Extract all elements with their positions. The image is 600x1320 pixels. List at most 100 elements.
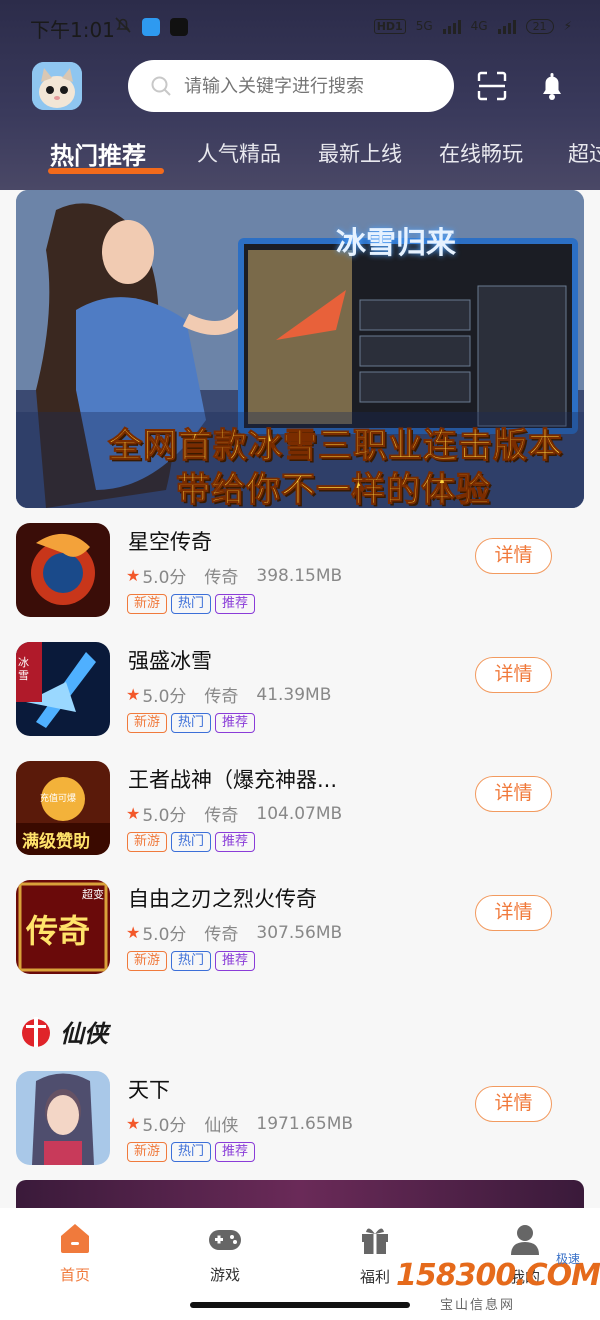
user-icon bbox=[511, 1225, 539, 1255]
gift-icon bbox=[362, 1228, 388, 1254]
tag-hot: 热门 bbox=[171, 951, 212, 971]
search-input[interactable] bbox=[184, 75, 434, 97]
tag-new: 新游 bbox=[127, 1142, 168, 1162]
game-size: 41.39MB bbox=[256, 684, 332, 705]
detail-button[interactable]: 详情 bbox=[475, 1086, 552, 1122]
game-name: 自由之刃之烈火传奇 bbox=[128, 887, 317, 911]
tag-new: 新游 bbox=[127, 713, 168, 733]
tab-online[interactable]: 在线畅玩 bbox=[439, 138, 523, 168]
tag-recommend: 推荐 bbox=[215, 832, 256, 852]
game-icon bbox=[16, 1071, 110, 1165]
tab-popular[interactable]: 人气精品 bbox=[197, 138, 281, 168]
game-category: 传奇 bbox=[204, 925, 239, 945]
game-meta: ★ 5.0分 传奇 398.15MB bbox=[126, 563, 342, 589]
game-icon-bottom-text: 满级赞助 bbox=[22, 832, 90, 852]
tabbar-label: 游戏 bbox=[209, 1266, 240, 1284]
game-name: 王者战神（爆充神器... bbox=[128, 768, 338, 792]
game-icon: 充值可爆 满级赞助 bbox=[16, 761, 110, 855]
tab-more[interactable]: 超过 bbox=[568, 138, 600, 168]
game-item[interactable]: 充值可爆 满级赞助 王者战神（爆充神器... ★ 5.0分 传奇 104.07M… bbox=[0, 758, 600, 858]
game-icon: 传奇 超变 bbox=[16, 880, 110, 974]
star-icon: ★ bbox=[126, 804, 141, 823]
banner-game-title: 冰雪归来 bbox=[336, 226, 456, 261]
game-meta: ★ 5.0分 仙侠 1971.65MB bbox=[126, 1111, 354, 1137]
section-header: 仙侠 bbox=[18, 1014, 108, 1049]
game-name: 天下 bbox=[128, 1078, 170, 1102]
tabbar-label: 首页 bbox=[59, 1266, 90, 1284]
hd-badge: HD1 bbox=[373, 18, 406, 34]
home-indicator[interactable] bbox=[190, 1302, 410, 1308]
game-meta: ★ 5.0分 传奇 307.56MB bbox=[126, 920, 343, 946]
tag-recommend: 推荐 bbox=[215, 594, 256, 614]
status-system-icons: HD1 5G 4G 21 ⚡ bbox=[373, 18, 572, 34]
scan-icon[interactable] bbox=[476, 70, 508, 102]
game-meta: ★ 5.0分 传奇 41.39MB bbox=[126, 682, 332, 708]
charging-icon: ⚡ bbox=[563, 19, 572, 33]
category-tabs: 热门推荐 人气精品 最新上线 在线畅玩 超过 bbox=[0, 138, 600, 188]
promo-banner[interactable]: 冰雪归来 全网首款冰雪三职业连击版本 带给你不一样的体验 bbox=[16, 190, 584, 508]
tab-new[interactable]: 最新上线 bbox=[318, 138, 402, 168]
tag-recommend: 推荐 bbox=[215, 1142, 256, 1162]
tabbar-home[interactable]: 首页 bbox=[30, 1222, 120, 1285]
game-rating: 5.0分 bbox=[142, 806, 187, 826]
game-rating: 5.0分 bbox=[142, 1116, 187, 1136]
star-icon: ★ bbox=[126, 685, 141, 704]
game-icon-badge: 超变 bbox=[82, 888, 104, 901]
star-icon: ★ bbox=[126, 1114, 141, 1133]
watermark-small-text: 极速 bbox=[556, 1252, 581, 1266]
tag-recommend: 推荐 bbox=[215, 951, 256, 971]
banner-headline: 全网首款冰雪三职业连击版本 bbox=[108, 426, 563, 467]
game-icon-badge: 冰雪 bbox=[18, 656, 29, 682]
game-item[interactable]: 传奇 超变 自由之刃之烈火传奇 ★ 5.0分 传奇 307.56MB 新游 热门… bbox=[0, 877, 600, 977]
net-4g-label: 4G bbox=[470, 19, 488, 33]
bell-icon[interactable] bbox=[537, 70, 567, 102]
game-size: 307.56MB bbox=[256, 922, 343, 943]
game-item[interactable]: 天下 ★ 5.0分 仙侠 1971.65MB 新游 热门 推荐 详情 bbox=[0, 1068, 600, 1168]
tag-hot: 热门 bbox=[171, 594, 212, 614]
signal-icon-2 bbox=[497, 18, 516, 34]
game-category: 传奇 bbox=[204, 687, 239, 707]
section-sword-icon bbox=[22, 1016, 50, 1047]
game-rating: 5.0分 bbox=[142, 568, 187, 588]
watermark-subtitle: 宝山信息网 bbox=[440, 1298, 516, 1313]
detail-button[interactable]: 详情 bbox=[475, 657, 552, 693]
status-time: 下午1:01 bbox=[30, 18, 115, 42]
search-bar[interactable] bbox=[128, 60, 454, 112]
bell-off-icon bbox=[114, 16, 132, 38]
search-icon bbox=[151, 76, 171, 96]
game-size: 104.07MB bbox=[256, 803, 343, 824]
qq-app-icon bbox=[142, 18, 160, 36]
game-tags: 新游 热门 推荐 bbox=[127, 832, 256, 852]
tab-hot-recommend[interactable]: 热门推荐 bbox=[50, 138, 146, 171]
game-rating: 5.0分 bbox=[142, 687, 187, 707]
tag-new: 新游 bbox=[127, 594, 168, 614]
detail-button[interactable]: 详情 bbox=[475, 538, 552, 574]
game-category: 仙侠 bbox=[204, 1116, 239, 1136]
tag-hot: 热门 bbox=[171, 713, 212, 733]
battery-icon: 21 bbox=[525, 18, 554, 34]
game-icon: 冰雪 bbox=[16, 642, 110, 736]
detail-button[interactable]: 详情 bbox=[475, 776, 552, 812]
tag-new: 新游 bbox=[127, 832, 168, 852]
game-size: 1971.65MB bbox=[256, 1113, 354, 1134]
star-icon: ★ bbox=[126, 923, 141, 942]
tag-hot: 热门 bbox=[171, 1142, 212, 1162]
game-tags: 新游 热门 推荐 bbox=[127, 1142, 256, 1162]
avatar[interactable] bbox=[32, 62, 82, 110]
tabbar-games[interactable]: 游戏 bbox=[180, 1222, 270, 1285]
home-icon bbox=[61, 1224, 89, 1253]
status-notification-icons bbox=[114, 16, 188, 38]
game-category: 传奇 bbox=[204, 568, 239, 588]
tag-hot: 热门 bbox=[171, 832, 212, 852]
game-tags: 新游 热门 推荐 bbox=[127, 594, 256, 614]
tiktok-app-icon bbox=[170, 18, 188, 36]
banner-subline: 带给你不一样的体验 bbox=[176, 470, 491, 509]
signal-icon bbox=[442, 18, 461, 34]
game-meta: ★ 5.0分 传奇 104.07MB bbox=[126, 801, 343, 827]
tag-recommend: 推荐 bbox=[215, 713, 256, 733]
game-icon-main-text: 传奇 bbox=[26, 912, 91, 950]
game-item[interactable]: 冰雪 强盛冰雪 ★ 5.0分 传奇 41.39MB 新游 热门 推荐 详情 bbox=[0, 639, 600, 739]
game-item[interactable]: 星空传奇 ★ 5.0分 传奇 398.15MB 新游 热门 推荐 详情 bbox=[0, 520, 600, 620]
status-bar: 下午1:01 HD1 5G 4G 21 ⚡ bbox=[0, 0, 600, 56]
detail-button[interactable]: 详情 bbox=[475, 895, 552, 931]
